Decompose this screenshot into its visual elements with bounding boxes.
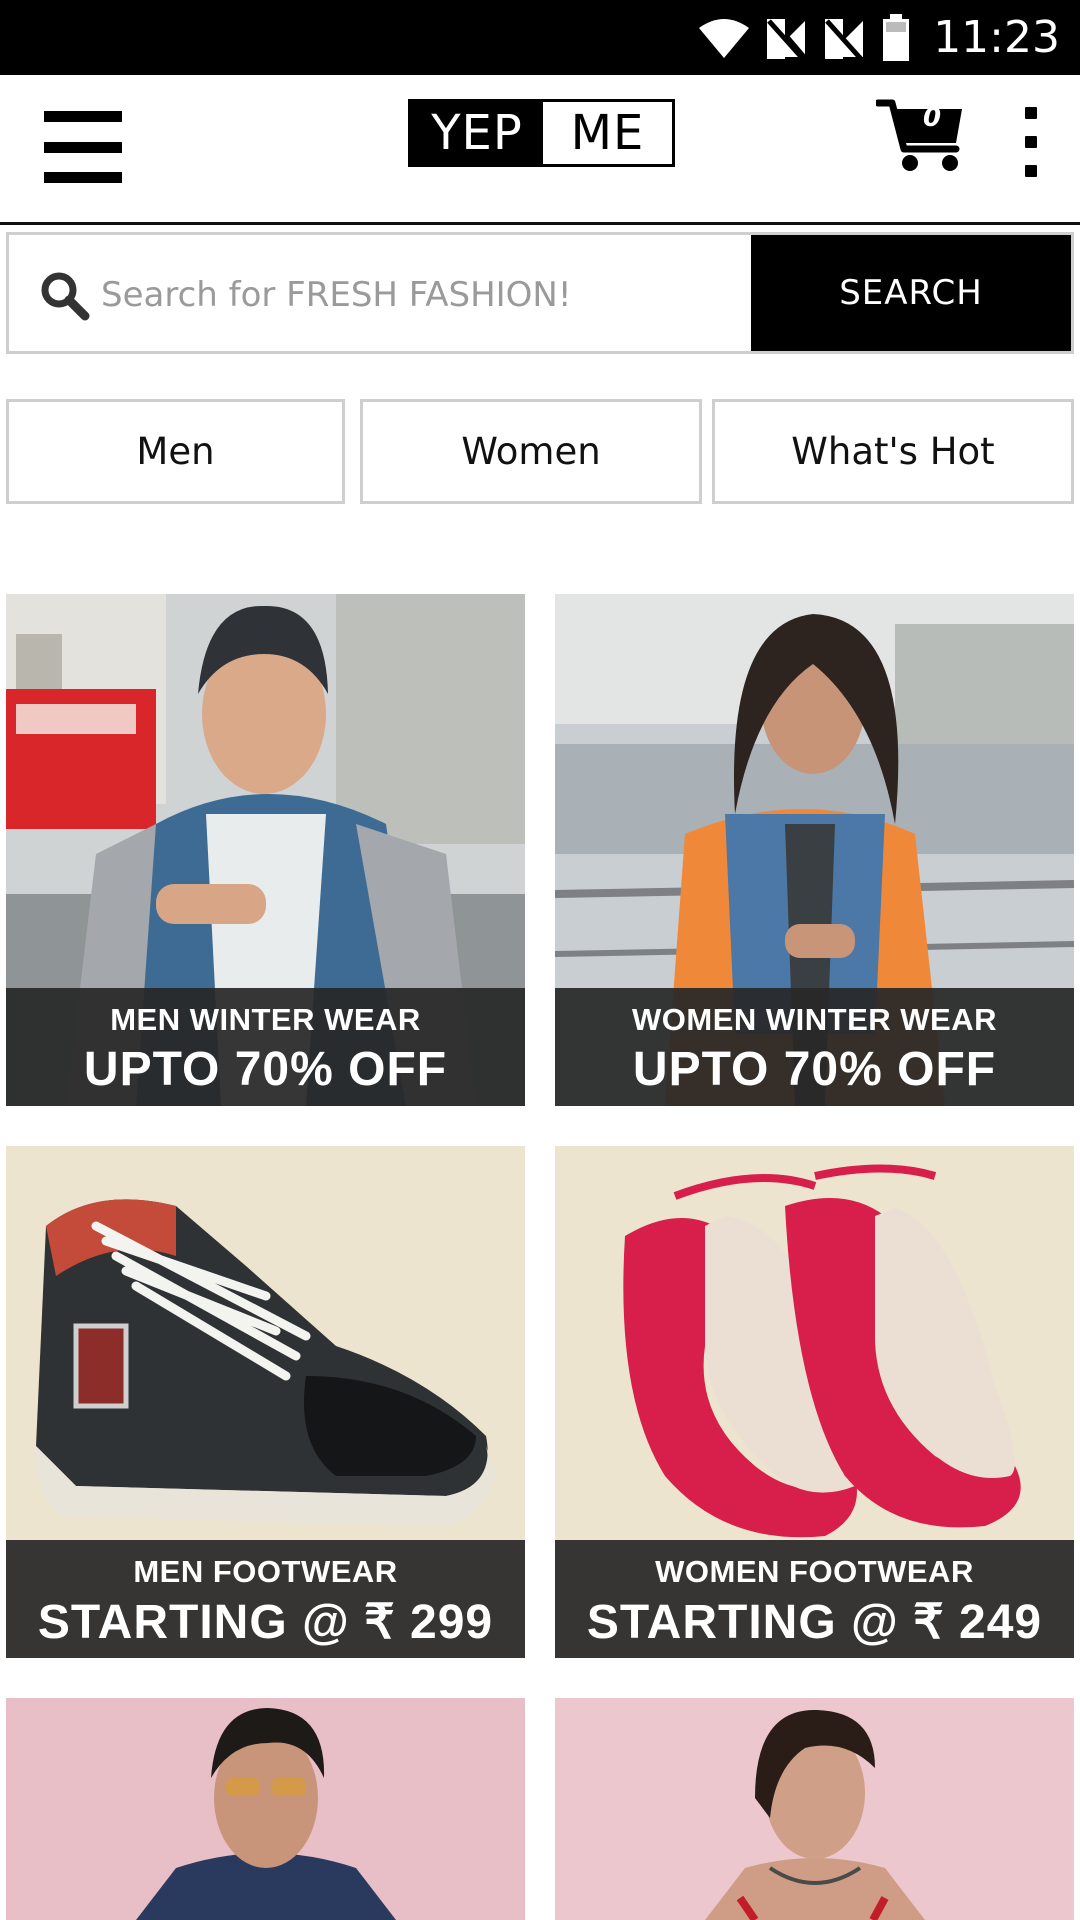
more-vert-icon[interactable] xyxy=(1016,107,1046,177)
status-icons: 11:23 xyxy=(697,0,1060,75)
banner-title: WOMEN FOOTWEAR xyxy=(655,1554,974,1589)
search-button[interactable]: SEARCH xyxy=(751,235,1071,351)
banner-men-portrait[interactable] xyxy=(6,1698,525,1920)
logo-text-right: ME xyxy=(543,102,672,164)
tab-women[interactable]: Women xyxy=(360,399,702,504)
wifi-icon xyxy=(699,18,750,58)
banner-offer: UPTO 70% OFF xyxy=(83,1043,448,1096)
banner-offer: UPTO 70% OFF xyxy=(632,1043,997,1096)
app-bar: YEP ME 0 xyxy=(0,75,1080,225)
banner-title: MEN FOOTWEAR xyxy=(133,1554,398,1589)
banner-women-winter-wear[interactable]: WOMEN WINTER WEAR UPTO 70% OFF xyxy=(555,594,1074,1106)
hamburger-menu-icon[interactable] xyxy=(44,111,122,183)
men-portrait-image xyxy=(6,1698,525,1920)
banner-men-footwear[interactable]: MEN FOOTWEAR STARTING @ ₹ 299 xyxy=(6,1146,525,1658)
banner-caption: MEN WINTER WEAR UPTO 70% OFF xyxy=(6,988,525,1106)
banner-offer: STARTING @ ₹ 249 xyxy=(586,1596,1043,1649)
search-input[interactable] xyxy=(101,255,741,335)
logo-text-left: YEP xyxy=(411,102,543,164)
tab-men[interactable]: Men xyxy=(6,399,345,504)
banner-title: WOMEN WINTER WEAR xyxy=(632,1002,997,1037)
banner-women-footwear[interactable]: WOMEN FOOTWEAR STARTING @ ₹ 249 xyxy=(555,1146,1074,1658)
category-tabs: Men Women What's Hot xyxy=(6,399,1074,504)
tab-whats-hot[interactable]: What's Hot xyxy=(712,399,1074,504)
cart-button[interactable]: 0 xyxy=(874,97,966,177)
status-bar: 11:23 xyxy=(0,0,1080,75)
cart-count-badge: 0 xyxy=(922,103,942,133)
women-portrait-image xyxy=(555,1698,1074,1920)
banner-title: MEN WINTER WEAR xyxy=(110,1002,421,1037)
battery-icon xyxy=(883,13,910,61)
clock: 11:23 xyxy=(933,12,1060,63)
search-icon xyxy=(41,272,90,321)
yepme-logo[interactable]: YEP ME xyxy=(408,99,675,167)
signal-off-icon xyxy=(767,16,808,61)
banner-caption: WOMEN WINTER WEAR UPTO 70% OFF xyxy=(555,988,1074,1106)
banner-men-winter-wear[interactable]: MEN WINTER WEAR UPTO 70% OFF xyxy=(6,594,525,1106)
banner-caption: WOMEN FOOTWEAR STARTING @ ₹ 249 xyxy=(555,1540,1074,1658)
signal-off-icon xyxy=(825,18,864,61)
search-bar: SEARCH xyxy=(6,232,1074,354)
banner-offer: STARTING @ ₹ 299 xyxy=(37,1596,494,1649)
banner-women-portrait[interactable] xyxy=(555,1698,1074,1920)
banner-caption: MEN FOOTWEAR STARTING @ ₹ 299 xyxy=(6,1540,525,1658)
